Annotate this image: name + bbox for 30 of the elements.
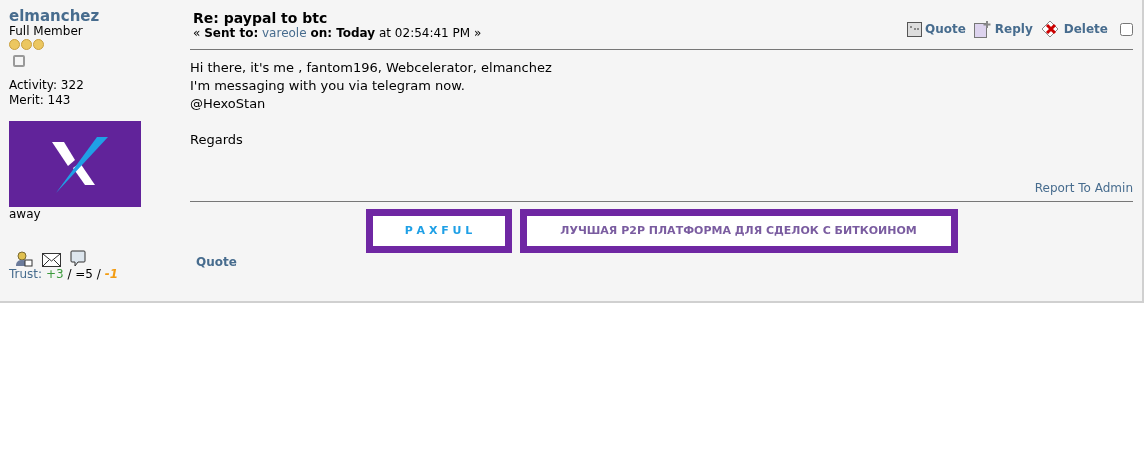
trust-score: Trust: +3 / =5 / -1 [9,267,119,281]
square-icon [13,55,25,67]
message-line: Hi there, it's me , fantom196, Webcelerator, elmanchez [190,59,553,77]
merit-count: Merit: 143 [9,93,72,108]
message-line: I'm messaging with you via telegram now. [190,77,466,95]
activity-count: Activity: 322 [9,78,85,93]
coin-icon [21,39,32,50]
member-rank: Full Member [9,24,84,39]
speech-bubble-icon[interactable] [70,250,86,267]
quote-link[interactable]: Quote [196,255,1133,269]
status-text: away [9,207,42,222]
envelope-icon[interactable] [42,253,61,267]
coin-icon [9,39,20,50]
document-plus-icon [973,20,992,38]
message-line: Regards [190,131,244,149]
select-checkbox[interactable] [1120,22,1133,36]
delete-icon [1040,20,1061,38]
reply-button[interactable]: Reply [973,20,1033,38]
quote-icon [907,21,922,37]
quote-button[interactable]: Quote [907,21,966,37]
message-line: @HexoStan [190,95,267,113]
message-meta: « Sent to: vareole on: Today at 02:54:41 PM » [193,26,482,40]
slogan-banner[interactable]: ЛУЧШАЯ P2P ПЛАТФОРМА ДЛЯ СДЕЛОК С БИТКОИНОМ [519,209,958,253]
coin-icon [33,39,44,50]
profile-icon[interactable] [15,251,33,267]
message-subject: Re: paypal to btc [193,10,329,26]
username-link[interactable]: elmanchez [9,8,182,24]
report-link[interactable]: Report To Admin [1034,181,1133,195]
brand-banner[interactable]: P A X F U L [365,209,512,253]
delete-button[interactable]: Delete [1040,20,1108,38]
